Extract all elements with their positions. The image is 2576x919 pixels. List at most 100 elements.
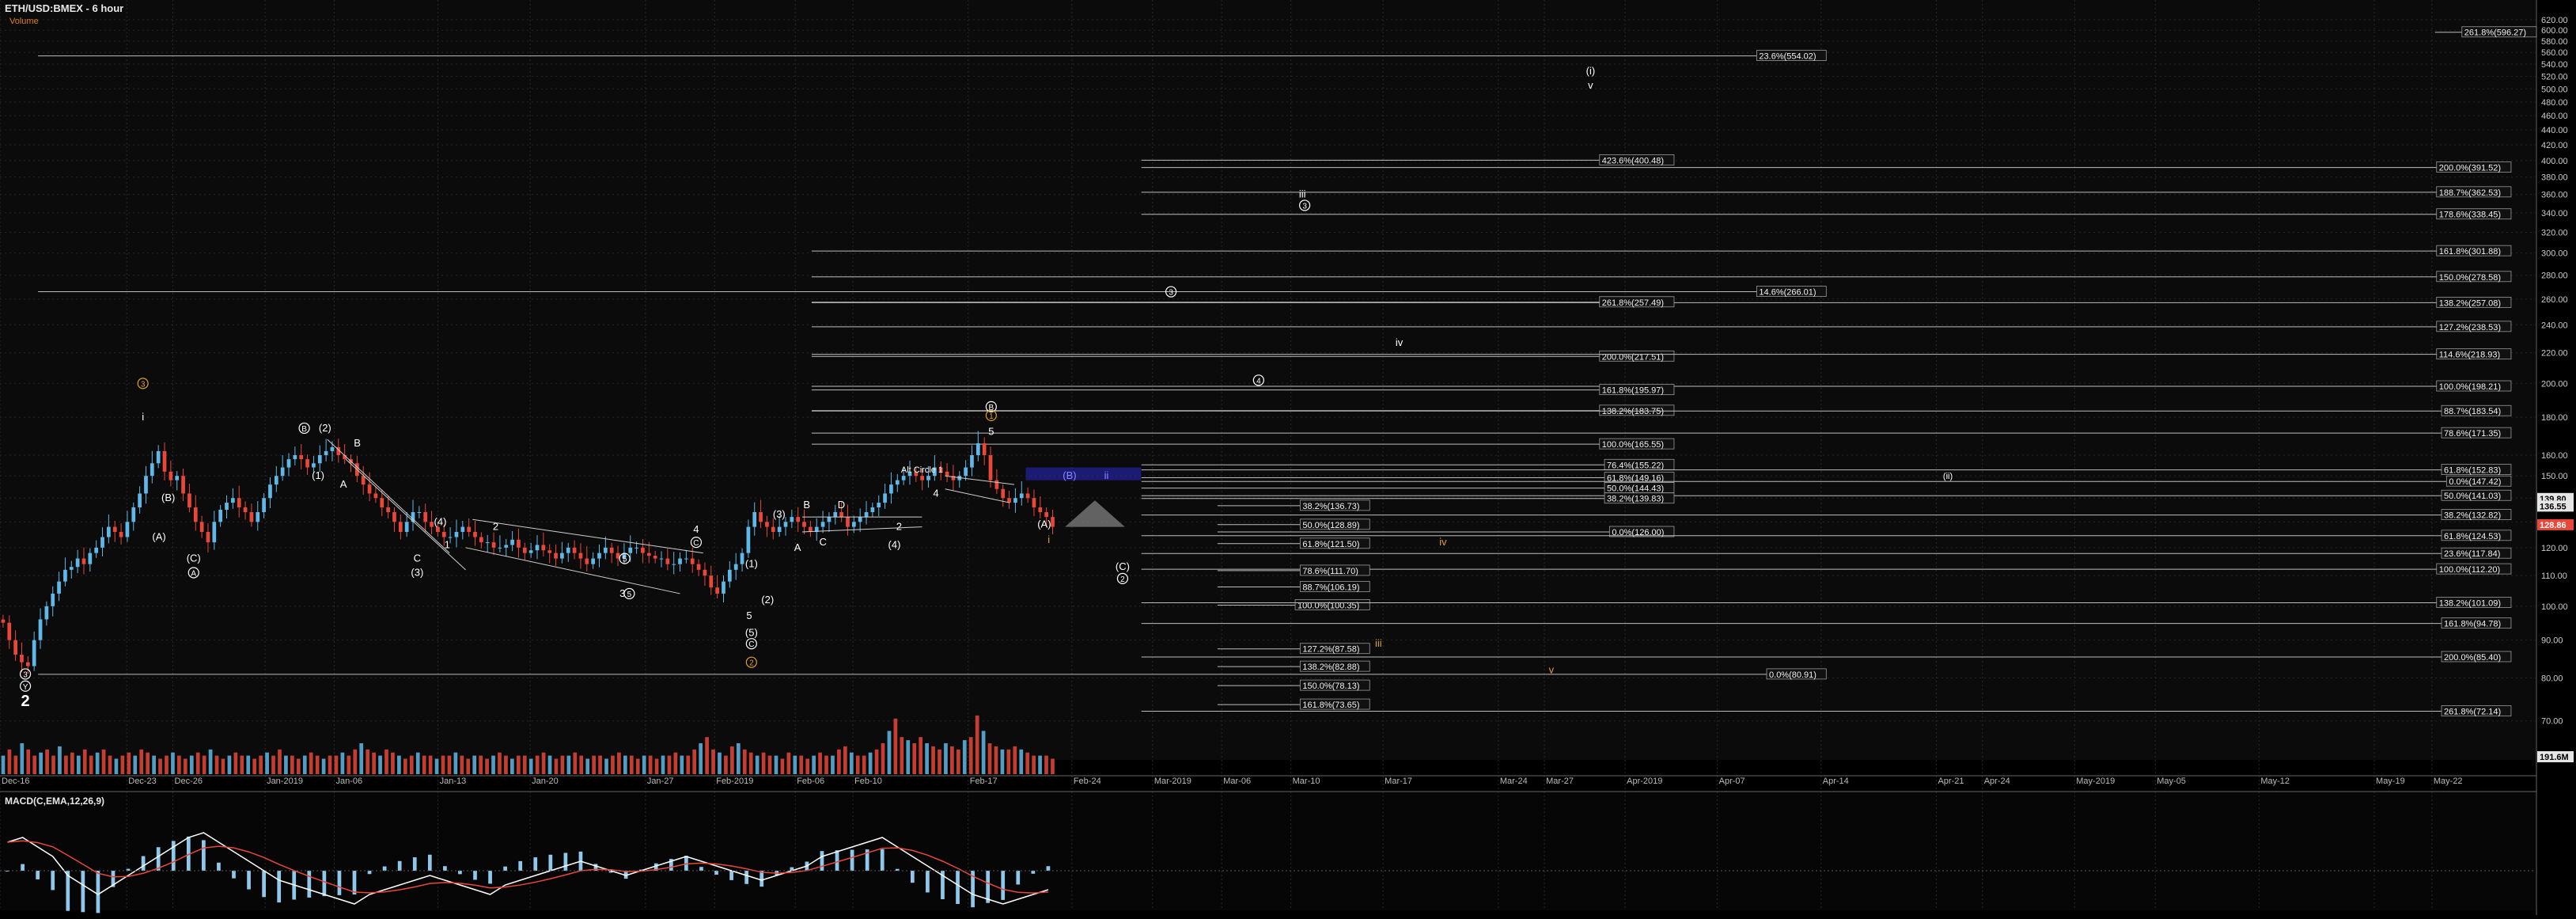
volume-bar	[284, 755, 288, 774]
macd-histogram-bar	[217, 862, 221, 871]
volume-bar	[403, 758, 407, 774]
volume-bar	[1025, 752, 1030, 774]
fib-level-label: 150.0%(78.13)	[1302, 682, 1359, 691]
volume-bar	[1038, 755, 1042, 774]
y-tick-label: 280.00	[2541, 272, 2568, 281]
volume-bar	[7, 749, 12, 774]
candle-body	[1019, 493, 1024, 499]
volume-bar	[409, 755, 414, 774]
volume-bar	[950, 746, 954, 774]
x-tick-label: Dec-23	[128, 777, 156, 786]
candle-body	[1013, 498, 1017, 503]
volume-bar	[26, 749, 31, 774]
candle-body	[125, 522, 130, 537]
x-tick-label: Mar-2019	[1154, 777, 1191, 786]
macd-histogram-bar	[36, 871, 40, 879]
candle-body	[119, 532, 123, 537]
candle-body	[231, 498, 235, 503]
volume-bar	[1013, 746, 1017, 774]
volume-bar	[491, 755, 495, 774]
wave-label: C	[414, 553, 421, 564]
fib-level-label: 14.6%(266.01)	[1759, 288, 1816, 298]
fib-level-label: 161.8%(301.88)	[2439, 247, 2501, 256]
volume-bar	[460, 755, 464, 774]
x-tick-label: Feb-10	[854, 777, 882, 786]
macd-histogram-bar	[307, 871, 312, 898]
volume-bar	[127, 752, 131, 774]
wave-label: B	[301, 425, 307, 434]
candle-body	[112, 526, 117, 533]
volume-bar	[101, 749, 106, 774]
wave-label: i	[1047, 534, 1050, 545]
volume-bar	[1044, 755, 1048, 774]
volume-bar	[1000, 749, 1005, 774]
candle-body	[423, 512, 428, 522]
candle-body	[479, 537, 483, 543]
candle-body	[535, 545, 540, 551]
fib-level-label: 261.8%(596.27)	[2464, 28, 2526, 38]
candle-body	[212, 522, 217, 543]
volume-bar	[944, 743, 948, 774]
candle-body	[870, 507, 875, 513]
fib-level-label: 61.8%(121.50)	[1302, 540, 1359, 549]
volume-bar	[340, 752, 345, 774]
wave-label: B	[354, 437, 361, 449]
y-tick-label: 90.00	[2541, 636, 2563, 646]
fib-level-label: 150.0%(278.58)	[2439, 273, 2501, 283]
volume-bar	[887, 731, 892, 774]
macd-histogram-bar	[1001, 871, 1006, 900]
wave-label: i	[142, 411, 144, 423]
y-tick-label: 240.00	[2541, 321, 2568, 330]
candle-body	[771, 526, 775, 533]
candle-body	[199, 522, 204, 533]
candle-body	[473, 532, 477, 537]
x-tick-label: Jan-06	[335, 777, 362, 786]
y-tick-label: 380.00	[2541, 173, 2568, 183]
volume-bar	[724, 755, 728, 774]
candle-body	[448, 537, 453, 538]
candle-body	[783, 522, 788, 527]
candle-body	[765, 522, 769, 527]
volume-bar	[1051, 758, 1055, 774]
volume-bar	[32, 755, 37, 774]
candle-body	[945, 471, 949, 477]
candle-body	[13, 640, 17, 655]
volume-bar	[855, 755, 860, 774]
candle-body	[268, 484, 272, 499]
volume-bar	[510, 758, 514, 774]
current-price-label: 128.86	[2540, 521, 2567, 530]
x-tick-label: Jan-13	[440, 777, 467, 786]
wave-label: 3	[141, 380, 146, 389]
candle-body	[361, 476, 366, 485]
candle-body	[585, 558, 589, 564]
volume-bar	[566, 755, 571, 774]
macd-histogram-bar	[232, 871, 236, 879]
volume-bar	[906, 740, 911, 774]
x-tick-label: Dec-16	[2, 777, 29, 786]
macd-histogram-bar	[96, 871, 100, 913]
volume-bar	[642, 755, 646, 774]
fib-level-label: 88.7%(106.19)	[1302, 583, 1359, 592]
candle-body	[225, 503, 229, 510]
volume-bar	[353, 749, 358, 774]
y-tick-label: 400.00	[2541, 157, 2568, 166]
volume-bar	[302, 755, 307, 774]
candle-body	[218, 509, 223, 522]
volume-bar	[718, 752, 722, 774]
volume-bar	[711, 749, 715, 774]
volume-bar	[359, 743, 364, 774]
candle-body	[293, 454, 297, 460]
macd-histogram-bar	[956, 871, 960, 905]
candle-body	[920, 476, 925, 480]
volume-bar	[139, 749, 144, 774]
macd-histogram-bar	[835, 850, 839, 871]
volume-bar	[428, 755, 433, 774]
volume-bar	[177, 755, 181, 774]
fib-level-label: 50.0%(144.43)	[1607, 484, 1664, 494]
x-tick-label: Feb-17	[970, 777, 998, 786]
macd-histogram-bar	[850, 849, 854, 871]
candle-body	[827, 517, 832, 522]
volume-bar	[799, 755, 804, 774]
volume-bar	[208, 749, 213, 774]
candle-body	[752, 512, 757, 527]
